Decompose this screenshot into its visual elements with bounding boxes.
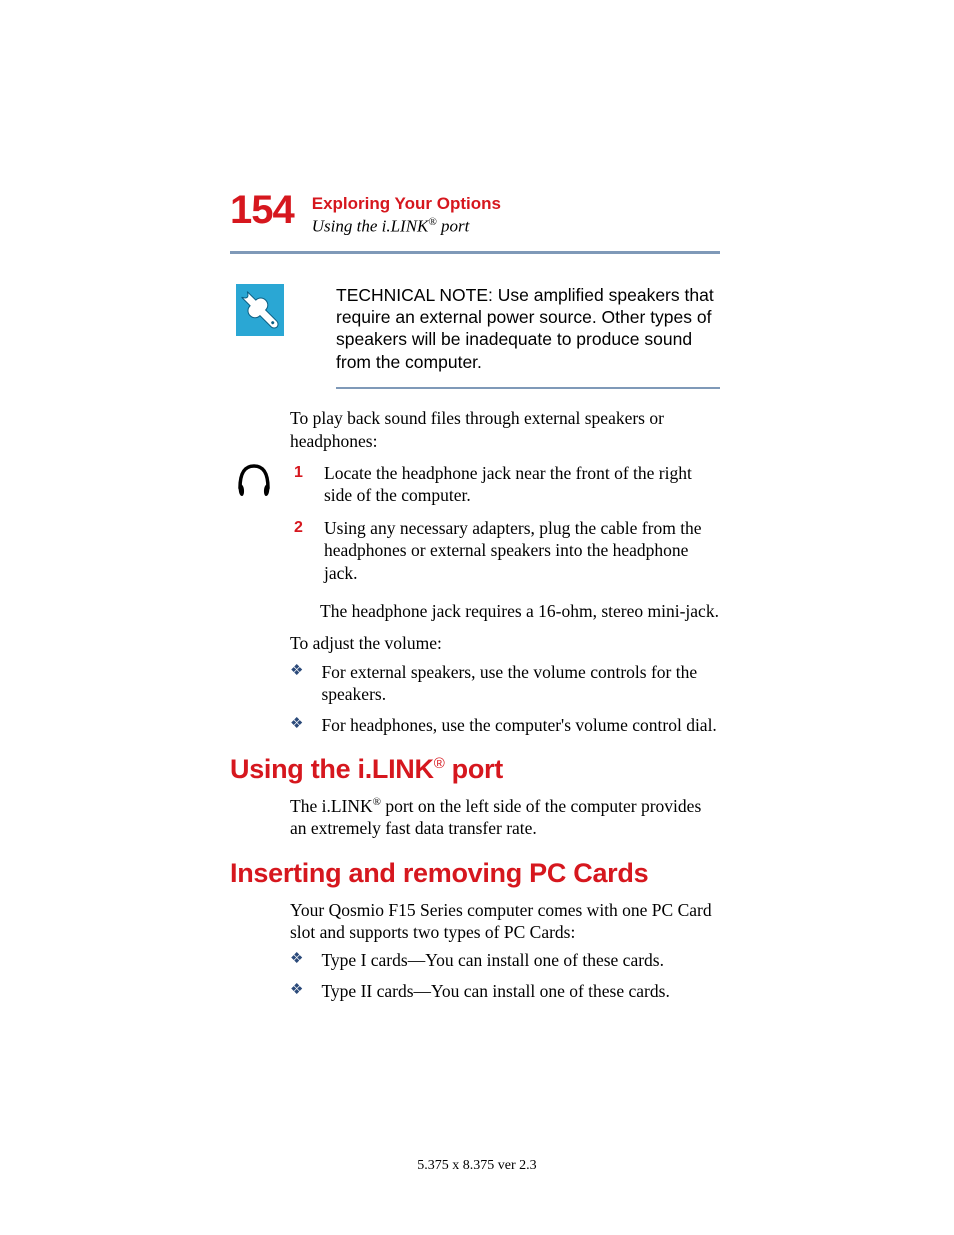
step-text: Locate the headphone jack near the front… xyxy=(324,462,720,507)
diamond-bullet-icon: ❖ xyxy=(290,949,303,971)
registered-mark: ® xyxy=(428,216,436,228)
note-rule xyxy=(336,387,720,389)
bullet-text: Type II cards—You can install one of the… xyxy=(321,980,720,1002)
steps-with-icon: 1 Locate the headphone jack near the fro… xyxy=(230,458,720,594)
section-suffix: port xyxy=(437,217,470,236)
list-item: ❖ For external speakers, use the volume … xyxy=(290,661,720,706)
page-footer: 5.375 x 8.375 ver 2.3 xyxy=(0,1158,954,1174)
registered-mark: ® xyxy=(373,796,381,808)
heading-ilink: Using the i.LINK® port xyxy=(230,754,720,785)
bullet-list-2: ❖ Type I cards—You can install one of th… xyxy=(290,949,720,1002)
step-number: 2 xyxy=(294,517,306,584)
step-2: 2 Using any necessary adapters, plug the… xyxy=(294,517,720,584)
bullet-text: For headphones, use the computer's volum… xyxy=(321,714,720,736)
intro-paragraph-1: To play back sound files through externa… xyxy=(290,407,720,452)
bullet-text: For external speakers, use the volume co… xyxy=(321,661,720,706)
technical-note-text: TECHNICAL NOTE: Use amplified speakers t… xyxy=(336,284,720,374)
registered-mark: ® xyxy=(434,755,445,772)
header-rule xyxy=(230,251,720,254)
after-steps-paragraph: The headphone jack requires a 16-ohm, st… xyxy=(320,600,720,622)
section-prefix: Using the i.LINK xyxy=(312,217,429,236)
para-a-prefix: The i.LINK xyxy=(290,796,373,816)
diamond-bullet-icon: ❖ xyxy=(290,714,303,736)
technical-note: TECHNICAL NOTE: Use amplified speakers t… xyxy=(230,284,720,374)
diamond-bullet-icon: ❖ xyxy=(290,980,303,1002)
h2a-suffix: port xyxy=(444,754,503,784)
body: To play back sound files through externa… xyxy=(230,407,720,1002)
page-number: 154 xyxy=(230,190,294,230)
section-title: Using the i.LINK® port xyxy=(312,216,501,237)
chapter-title: Exploring Your Options xyxy=(312,194,501,214)
page-header: 154 Exploring Your Options Using the i.L… xyxy=(230,190,720,237)
list-item: ❖ Type I cards—You can install one of th… xyxy=(290,949,720,971)
list-item: ❖ For headphones, use the computer's vol… xyxy=(290,714,720,736)
list-item: ❖ Type II cards—You can install one of t… xyxy=(290,980,720,1002)
bullet-text: Type I cards—You can install one of thes… xyxy=(321,949,720,971)
pc-cards-paragraph: Your Qosmio F15 Series computer comes wi… xyxy=(290,899,720,944)
ordered-list: 1 Locate the headphone jack near the fro… xyxy=(294,462,720,584)
heading-pc-cards: Inserting and removing PC Cards xyxy=(230,858,720,889)
step-1: 1 Locate the headphone jack near the fro… xyxy=(294,462,720,507)
technote-label: TECHNICAL NOTE: xyxy=(336,285,493,305)
header-titles: Exploring Your Options Using the i.LINK®… xyxy=(312,190,501,237)
headphones-icon xyxy=(230,458,294,500)
step-text: Using any necessary adapters, plug the c… xyxy=(324,517,720,584)
step-number: 1 xyxy=(294,462,306,507)
ilink-paragraph: The i.LINK® port on the left side of the… xyxy=(290,795,720,840)
page-content: 154 Exploring Your Options Using the i.L… xyxy=(230,190,720,1010)
intro-paragraph-2: To adjust the volume: xyxy=(290,632,720,654)
diamond-bullet-icon: ❖ xyxy=(290,661,303,706)
wrench-icon xyxy=(230,284,290,336)
h2a-prefix: Using the i.LINK xyxy=(230,754,434,784)
bullet-list-1: ❖ For external speakers, use the volume … xyxy=(290,661,720,736)
